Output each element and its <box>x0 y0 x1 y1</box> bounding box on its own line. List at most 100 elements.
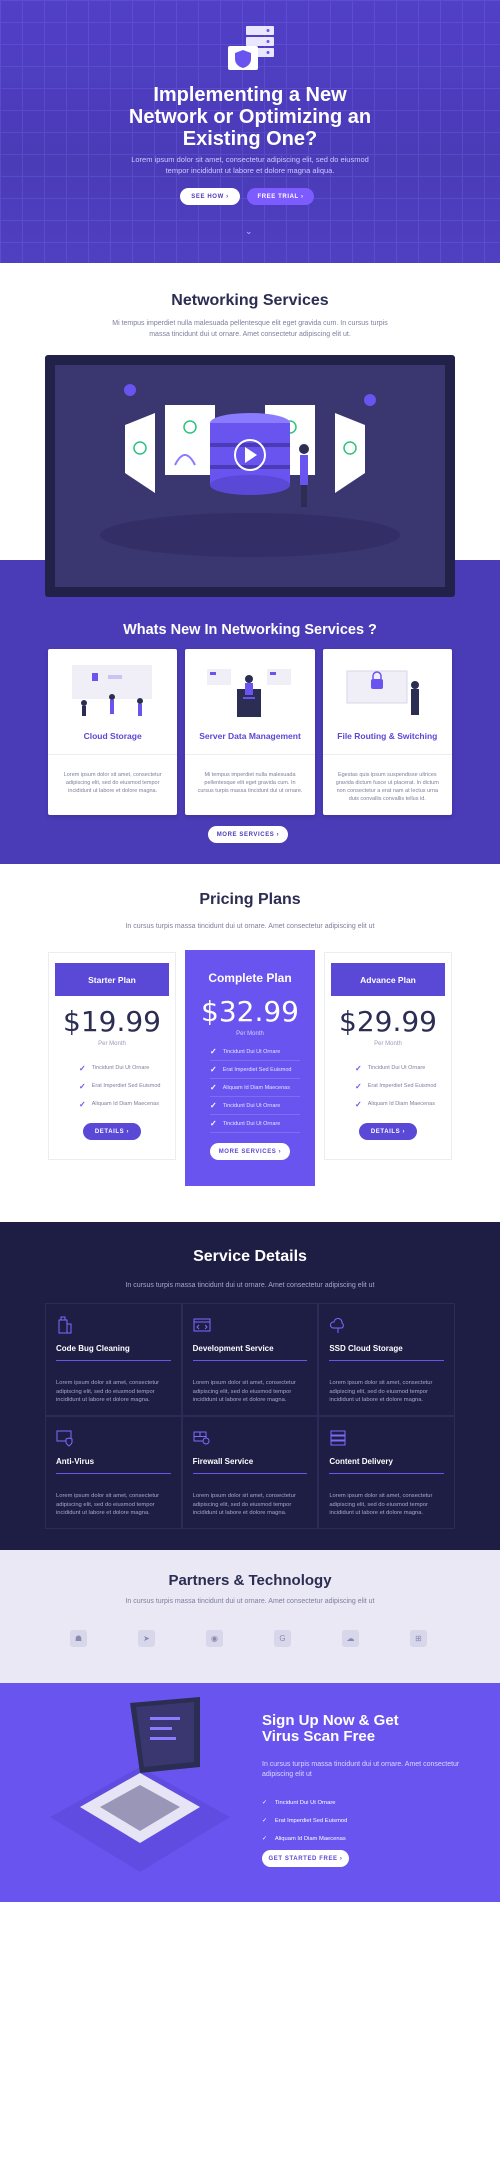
more-services-button[interactable]: MORE SERVICES › <box>208 826 288 843</box>
networking-title: Networking Services <box>171 292 329 309</box>
feature-item: ✓ Tincidunt Dui Ut Ornare <box>210 1097 300 1115</box>
chrome-logo-icon[interactable]: ◉ <box>206 1630 223 1647</box>
check-icon: ✓ <box>262 1818 267 1824</box>
cloud-logo-icon[interactable]: ☁ <box>342 1630 359 1647</box>
service-divider <box>56 1360 171 1361</box>
windows-logo-icon[interactable]: ⊞ <box>410 1630 427 1647</box>
plan-name: Complete Plan <box>208 971 292 985</box>
feature-item: ✓ Erat Imperdiet Sed Euismod <box>262 1812 347 1830</box>
card-description: Lorem ipsum dolor sit amet, consectetur … <box>63 772 162 794</box>
service-card[interactable]: SSD Cloud Storage Lorem ipsum dolor sit … <box>318 1303 455 1416</box>
signup-description: In cursus turpis massa tincidunt dui ut … <box>262 1761 460 1778</box>
check-icon: ✓ <box>210 1047 217 1056</box>
plan-price: $32.99 <box>201 995 299 1028</box>
service-divider <box>329 1360 444 1361</box>
feature-label: Erat Imperdiet Sed Euismod <box>91 1083 161 1089</box>
plan-price: $29.99 <box>339 1005 437 1038</box>
see-how-button[interactable]: SEE HOW › <box>180 188 240 205</box>
card-divider <box>322 754 452 755</box>
service-name: Code Bug Cleaning <box>56 1344 130 1353</box>
video-illustration <box>55 365 445 587</box>
hero-title-line: Existing One? <box>182 128 318 150</box>
feature-label: Aliquam Id Diam Maecenas <box>367 1101 435 1107</box>
pricing-section: Pricing Plans In cursus turpis massa tin… <box>0 864 500 1222</box>
service-details-section: Service Details In cursus turpis massa t… <box>0 1222 500 1550</box>
get-started-button[interactable]: GET STARTED FREE › <box>262 1850 349 1867</box>
hero-title: Implementing a New Network or Optimizing… <box>0 84 500 150</box>
plan-name: Starter Plan <box>55 963 169 996</box>
server-rack-icon <box>330 1430 346 1446</box>
check-icon: ✓ <box>79 1081 86 1091</box>
feature-item: ✓ Erat Imperdiet Sed Euismod <box>355 1077 451 1095</box>
service-details-title: Service Details <box>193 1248 307 1265</box>
firewall-icon <box>193 1431 210 1445</box>
feature-card[interactable]: File Routing & Switching Egestas quis ip… <box>322 649 452 815</box>
plan-features: ✓ Tincidunt Dui Ut Ornare ✓ Erat Imperdiet… <box>325 1059 451 1113</box>
check-icon: ✓ <box>262 1836 267 1842</box>
scroll-down-icon[interactable]: ⌄ <box>245 226 253 237</box>
feature-label: Aliquam Id Diam Maecenas <box>222 1084 290 1091</box>
partners-section: Partners & Technology In cursus turpis m… <box>0 1550 500 1683</box>
details-button[interactable]: DETAILS › <box>83 1123 141 1140</box>
service-grid: Code Bug Cleaning Lorem ipsum dolor sit … <box>45 1303 455 1529</box>
feature-card[interactable]: Server Data Management Mi tempus imperdi… <box>185 649 315 815</box>
service-divider <box>192 1473 308 1474</box>
card-description: Mi tempus imperdiet nulla malesuada pell… <box>197 772 303 794</box>
hero-description: Lorem ipsum dolor sit amet, consectetur … <box>131 155 369 175</box>
card-title: Server Data Management <box>199 731 301 741</box>
google-logo-icon[interactable]: G <box>274 1630 291 1647</box>
service-card[interactable]: Code Bug Cleaning Lorem ipsum dolor sit … <box>45 1303 182 1416</box>
free-trial-button[interactable]: FREE TRIAL › <box>247 188 314 205</box>
service-card[interactable]: Development Service Lorem ipsum dolor si… <box>181 1303 319 1416</box>
plan-name: Advance Plan <box>331 963 445 996</box>
plan-period: Per Month <box>98 1041 126 1047</box>
pricing-card-starter: Starter Plan $19.99 Per Month ✓ Tincidunt… <box>48 952 176 1160</box>
pricing-card-advance: Advance Plan $29.99 Per Month ✓ Tincidunt… <box>324 952 452 1160</box>
plan-period: Per Month <box>236 1031 264 1037</box>
partner-logos: ☗ ➤ ◉ G ☁ ⊞ <box>70 1630 427 1647</box>
feature-label: Tincidunt Dui Ut Ornare <box>274 1800 336 1806</box>
plan-features: ✓ Tincidunt Dui Ut Ornare ✓ Erat Imperdiet… <box>49 1059 175 1113</box>
service-card[interactable]: Content Delivery Lorem ipsum dolor sit a… <box>318 1416 455 1529</box>
service-description: Lorem ipsum dolor sit amet, consectetur … <box>329 1380 433 1403</box>
feature-label: Aliquam Id Diam Maecenas <box>274 1836 346 1842</box>
service-name: Content Delivery <box>329 1457 393 1466</box>
feature-item: ✓ Tincidunt Dui Ut Ornare <box>210 1115 300 1133</box>
paper-plane-logo-icon[interactable]: ➤ <box>138 1630 155 1647</box>
cloud-storage-illustration <box>72 665 152 716</box>
service-card[interactable]: Anti-Virus Lorem ipsum dolor sit amet, c… <box>45 1416 182 1529</box>
feature-item: ✓ Tincidunt Dui Ut Ornare <box>79 1059 175 1077</box>
whats-new-title: Whats New In Networking Services ? <box>123 622 377 638</box>
feature-label: Tincidunt Dui Ut Ornare <box>91 1065 150 1071</box>
service-name: Anti-Virus <box>56 1457 95 1466</box>
check-icon: ✓ <box>355 1099 362 1109</box>
feature-item: ✓ Erat Imperdiet Sed Euismod <box>210 1061 300 1079</box>
more-services-plan-button[interactable]: MORE SERVICES › <box>210 1143 290 1160</box>
service-description: Lorem ipsum dolor sit amet, consectetur … <box>329 1493 433 1516</box>
feature-item: ✓ Erat Imperdiet Sed Euismod <box>79 1077 175 1095</box>
feature-card[interactable]: Cloud Storage Lorem ipsum dolor sit amet… <box>48 649 178 815</box>
cloud-icon <box>330 1318 345 1333</box>
service-name: SSD Cloud Storage <box>329 1344 403 1353</box>
service-details-subtitle: In cursus turpis massa tincidunt dui ut … <box>125 1282 375 1289</box>
server-data-illustration <box>207 669 292 717</box>
file-routing-illustration <box>346 670 419 715</box>
service-divider <box>329 1473 444 1474</box>
video-frame[interactable] <box>45 355 455 597</box>
check-icon: ✓ <box>210 1083 217 1092</box>
monitor-shield-icon <box>56 1430 73 1447</box>
service-card[interactable]: Firewall Service Lorem ipsum dolor sit a… <box>181 1416 319 1529</box>
feature-label: Tincidunt Dui Ut Ornare <box>367 1065 426 1071</box>
check-icon: ✓ <box>355 1081 362 1091</box>
pricing-subtitle: In cursus turpis massa tincidunt dui ut … <box>125 923 375 930</box>
feature-item: ✓ Tincidunt Dui Ut Ornare <box>210 1043 300 1061</box>
feature-label: Erat Imperdiet Sed Euismod <box>367 1083 437 1089</box>
feature-item: ✓ Aliquam Id Diam Maecenas <box>210 1079 300 1097</box>
service-description: Lorem ipsum dolor sit amet, consectetur … <box>56 1493 160 1516</box>
feature-label: Tincidunt Dui Ut Ornare <box>222 1120 281 1127</box>
android-logo-icon[interactable]: ☗ <box>70 1630 87 1647</box>
details-button[interactable]: DETAILS › <box>359 1123 417 1140</box>
feature-item: ✓ Aliquam Id Diam Maecenas <box>355 1095 451 1113</box>
service-description: Lorem ipsum dolor sit amet, consectetur … <box>56 1380 160 1403</box>
feature-item: ✓ Aliquam Id Diam Maecenas <box>262 1830 347 1848</box>
